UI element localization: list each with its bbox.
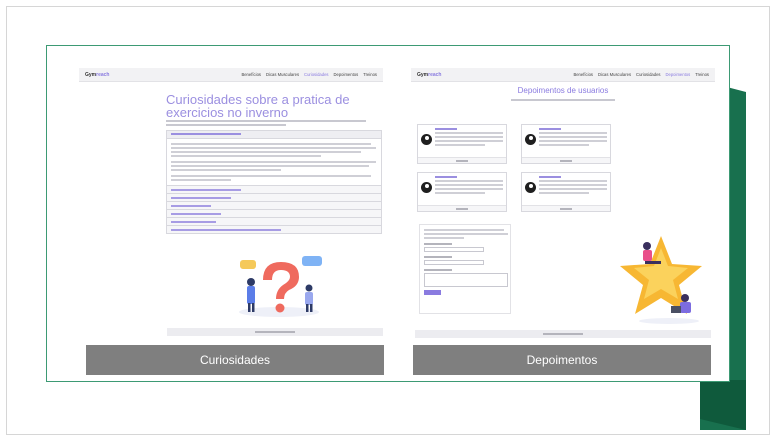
faq-accordion [166,130,382,234]
nav-link-depoimentos[interactable]: Depoimentos [666,72,691,77]
nav-link-curiosidades[interactable]: Curiosidades [636,72,660,77]
nav-link-beneficios[interactable]: Benefícios [241,72,261,77]
page-subtitle [511,99,615,101]
avatar-icon [421,182,432,193]
mini-navbar: Gymreach Benefícios Dicas Musculares Cur… [79,68,383,82]
nav-links: Benefícios Dicas Musculares Curiosidades… [573,72,709,77]
accordion-item[interactable] [167,225,381,233]
page-title: Curiosidades sobre a pratica de exercici… [166,92,350,120]
nav-link-beneficios[interactable]: Benefícios [573,72,593,77]
brand-logo[interactable]: Gymreach [85,72,109,78]
nav-link-curiosidades[interactable]: Curiosidades [304,72,328,77]
testimonial-card [521,124,611,164]
brand-logo[interactable]: Gymreach [417,72,441,78]
nav-link-dicas[interactable]: Dicas Musculares [266,72,299,77]
mini-navbar: Gymreach Benefícios Dicas Musculares Cur… [411,68,715,82]
nav-link-treinos[interactable]: Treinos [695,72,709,77]
accordion-item[interactable] [167,185,381,193]
nav-link-dicas[interactable]: Dicas Musculares [598,72,631,77]
submit-button[interactable] [424,290,441,295]
caption-depoimentos: Depoimentos [413,345,711,375]
avatar-icon [525,134,536,145]
nav-link-treinos[interactable]: Treinos [363,72,377,77]
mini-footer [415,330,711,338]
name-field[interactable] [424,247,484,252]
nav-links: Benefícios Dicas Musculares Curiosidades… [241,72,377,77]
testimonial-card [521,172,611,212]
nav-link-depoimentos[interactable]: Depoimentos [334,72,359,77]
message-field[interactable] [424,273,508,287]
mini-footer [167,328,383,336]
testimonial-card [417,172,507,212]
accordion-item[interactable] [167,209,381,217]
accordion-header[interactable] [167,131,381,139]
email-field[interactable] [424,260,484,265]
testimonial-card [417,124,507,164]
page-title: Depoimentos de usuarios [517,86,609,95]
intro-paragraph [166,120,378,128]
avatar-icon [525,182,536,193]
screenshots-card: Gymreach Benefícios Dicas Musculares Cur… [46,45,730,382]
accordion-body [167,139,381,185]
depoimentos-screenshot: Gymreach Benefícios Dicas Musculares Cur… [411,68,715,345]
accordion-item[interactable] [167,201,381,209]
avatar-icon [421,134,432,145]
star-rating-illustration [620,236,702,324]
accordion-item[interactable] [167,193,381,201]
caption-curiosidades: Curiosidades [86,345,384,375]
question-mark-illustration [239,256,322,317]
testimonial-form [419,224,511,314]
accordion-item[interactable] [167,217,381,225]
